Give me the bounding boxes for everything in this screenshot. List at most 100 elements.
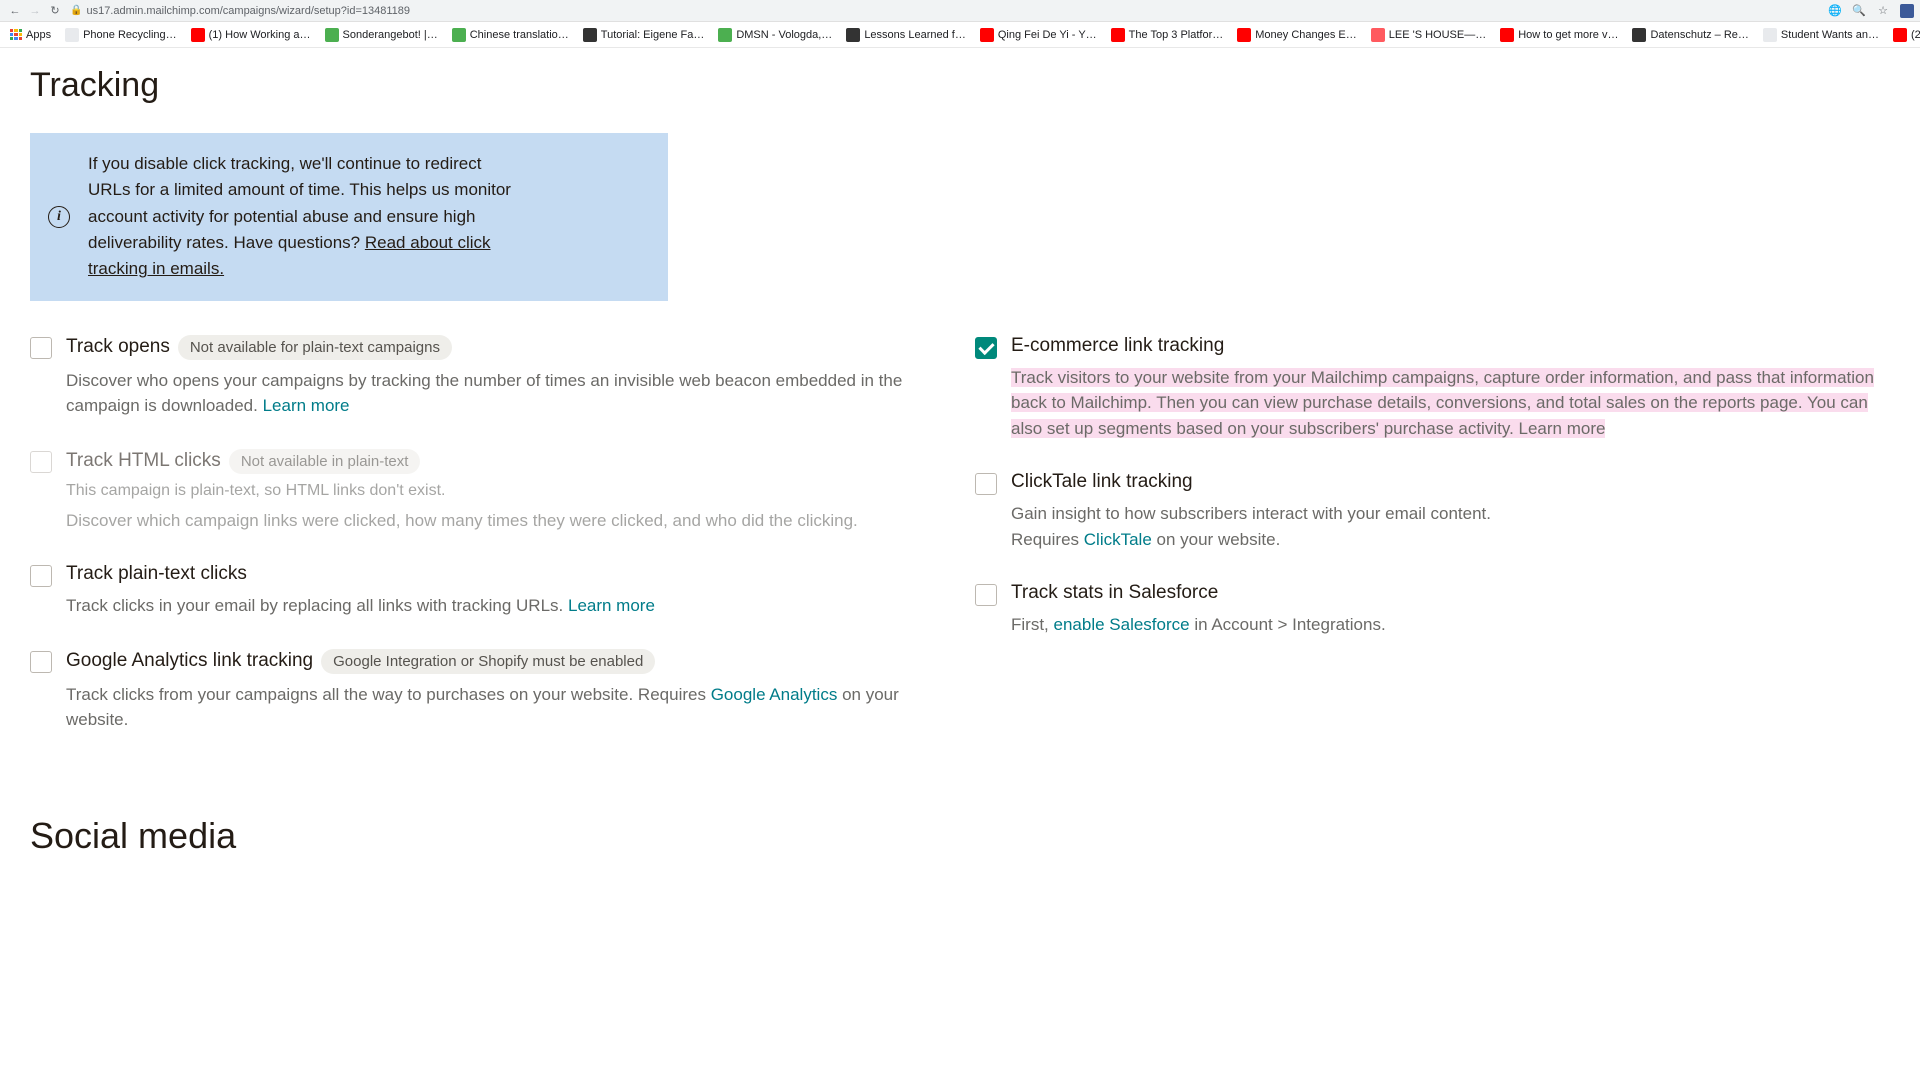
ecom-title: E-commerce link tracking [1011, 335, 1224, 357]
bookmark-item[interactable]: Datenschutz – Re… [1628, 26, 1752, 44]
bookmark-favicon [1371, 28, 1385, 42]
info-text: If you disable click tracking, we'll con… [88, 151, 518, 283]
info-icon [48, 206, 70, 228]
bookmark-label: Money Changes E… [1255, 29, 1357, 41]
option-clicktale: ClickTale link tracking Gain insight to … [975, 471, 1890, 552]
browser-toolbar: ← → ↻ 🔒 us17.admin.mailchimp.com/campaig… [0, 0, 1920, 22]
bookmark-item[interactable]: Lessons Learned f… [842, 26, 970, 44]
bookmark-item[interactable]: Money Changes E… [1233, 26, 1361, 44]
ga-desc-pre: Track clicks from your campaigns all the… [66, 685, 711, 704]
bookmark-label: How to get more v… [1518, 29, 1618, 41]
track-plain-title: Track plain-text clicks [66, 563, 247, 585]
clicktale-desc: Gain insight to how subscribers interact… [1011, 501, 1491, 527]
option-salesforce: Track stats in Salesforce First, enable … [975, 582, 1890, 638]
ecom-desc: Track visitors to your website from your… [1011, 368, 1874, 438]
bookmark-label: Datenschutz – Re… [1650, 29, 1748, 41]
bookmark-label: Phone Recycling… [83, 29, 177, 41]
bookmark-favicon [1763, 28, 1777, 42]
track-opens-learn-more[interactable]: Learn more [263, 396, 350, 415]
bookmark-label: Student Wants an… [1781, 29, 1879, 41]
bookmark-favicon [846, 28, 860, 42]
bookmark-favicon [980, 28, 994, 42]
ga-link[interactable]: Google Analytics [711, 685, 838, 704]
clicktale-req-pre: Requires [1011, 530, 1084, 549]
page-content: Tracking If you disable click tracking, … [0, 48, 1920, 925]
left-column: Track opens Not available for plain-text… [30, 335, 945, 763]
apps-button[interactable]: Apps [6, 27, 55, 43]
bookmark-item[interactable]: Qing Fei De Yi - Y… [976, 26, 1101, 44]
bookmark-favicon [1237, 28, 1251, 42]
bookmark-label: Chinese translatio… [470, 29, 569, 41]
bookmark-item[interactable]: How to get more v… [1496, 26, 1622, 44]
right-column: E-commerce link tracking Track visitors … [975, 335, 1890, 763]
bookmark-favicon [718, 28, 732, 42]
bookmark-label: (2) How To Add A… [1911, 29, 1920, 41]
track-opens-badge: Not available for plain-text campaigns [178, 335, 452, 360]
heading-tracking: Tracking [30, 66, 1890, 105]
option-track-opens: Track opens Not available for plain-text… [30, 335, 945, 419]
bookmark-item[interactable]: Sonderangebot! |… [321, 26, 442, 44]
salesforce-desc-post: in Account > Integrations. [1190, 615, 1386, 634]
bookmark-label: The Top 3 Platfor… [1129, 29, 1224, 41]
checkbox-salesforce[interactable] [975, 584, 997, 606]
apps-icon [10, 29, 22, 41]
url-bar[interactable]: us17.admin.mailchimp.com/campaigns/wizar… [86, 5, 1820, 17]
bookmark-item[interactable]: The Top 3 Platfor… [1107, 26, 1228, 44]
bookmark-item[interactable]: Student Wants an… [1759, 26, 1883, 44]
track-opens-title: Track opens [66, 336, 170, 358]
bookmark-favicon [1632, 28, 1646, 42]
bookmark-label: LEE 'S HOUSE—… [1389, 29, 1486, 41]
lock-icon: 🔒 [70, 5, 82, 16]
track-html-title: Track HTML clicks [66, 450, 221, 472]
track-html-desc: Discover which campaign links were click… [66, 508, 858, 534]
salesforce-desc-pre: First, [1011, 615, 1054, 634]
bookmark-favicon [583, 28, 597, 42]
clicktale-title: ClickTale link tracking [1011, 471, 1193, 493]
translate-icon[interactable]: 🌐 [1828, 4, 1842, 18]
bookmarks-bar: Apps Phone Recycling… (1) How Working a… S… [0, 22, 1920, 48]
checkbox-track-plain-clicks[interactable] [30, 565, 52, 587]
reload-button[interactable]: ↻ [46, 2, 64, 20]
track-html-badge: Not available in plain-text [229, 449, 421, 474]
salesforce-link[interactable]: enable Salesforce [1054, 615, 1190, 634]
bookmark-label: Tutorial: Eigene Fa… [601, 29, 705, 41]
bookmark-item[interactable]: (1) How Working a… [187, 26, 315, 44]
checkbox-track-opens[interactable] [30, 337, 52, 359]
clicktale-req-post: on your website. [1152, 530, 1281, 549]
track-plain-learn-more[interactable]: Learn more [568, 596, 655, 615]
bookmark-label: (1) How Working a… [209, 29, 311, 41]
extension-icon[interactable] [1900, 4, 1914, 18]
checkbox-ecommerce[interactable] [975, 337, 997, 359]
bookmark-item[interactable]: LEE 'S HOUSE—… [1367, 26, 1490, 44]
forward-button[interactable]: → [26, 2, 44, 20]
clicktale-link[interactable]: ClickTale [1084, 530, 1152, 549]
bookmark-favicon [1111, 28, 1125, 42]
apps-label: Apps [26, 29, 51, 41]
bookmark-item[interactable]: Chinese translatio… [448, 26, 573, 44]
track-plain-desc: Track clicks in your email by replacing … [66, 596, 568, 615]
bookmark-item[interactable]: Tutorial: Eigene Fa… [579, 26, 709, 44]
option-track-html-clicks: Track HTML clicks Not available in plain… [30, 449, 945, 534]
bookmark-item[interactable]: Phone Recycling… [61, 26, 181, 44]
option-track-plain-clicks: Track plain-text clicks Track clicks in … [30, 563, 945, 619]
search-icon[interactable]: 🔍 [1852, 4, 1866, 18]
bookmark-favicon [1500, 28, 1514, 42]
option-ecommerce: E-commerce link tracking Track visitors … [975, 335, 1890, 442]
ga-title: Google Analytics link tracking [66, 650, 313, 672]
bookmark-label: DMSN - Vologda,… [736, 29, 832, 41]
back-button[interactable]: ← [6, 2, 24, 20]
checkbox-track-html-clicks[interactable] [30, 451, 52, 473]
bookmark-favicon [65, 28, 79, 42]
option-google-analytics: Google Analytics link tracking Google In… [30, 649, 945, 733]
bookmark-favicon [191, 28, 205, 42]
star-icon[interactable]: ☆ [1876, 4, 1890, 18]
heading-social: Social media [30, 815, 1890, 857]
bookmark-item[interactable]: DMSN - Vologda,… [714, 26, 836, 44]
bookmark-label: Lessons Learned f… [864, 29, 966, 41]
track-opens-desc: Discover who opens your campaigns by tra… [66, 371, 902, 416]
checkbox-clicktale[interactable] [975, 473, 997, 495]
bookmark-favicon [325, 28, 339, 42]
checkbox-google-analytics[interactable] [30, 651, 52, 673]
bookmark-label: Qing Fei De Yi - Y… [998, 29, 1097, 41]
bookmark-item[interactable]: (2) How To Add A… [1889, 26, 1920, 44]
